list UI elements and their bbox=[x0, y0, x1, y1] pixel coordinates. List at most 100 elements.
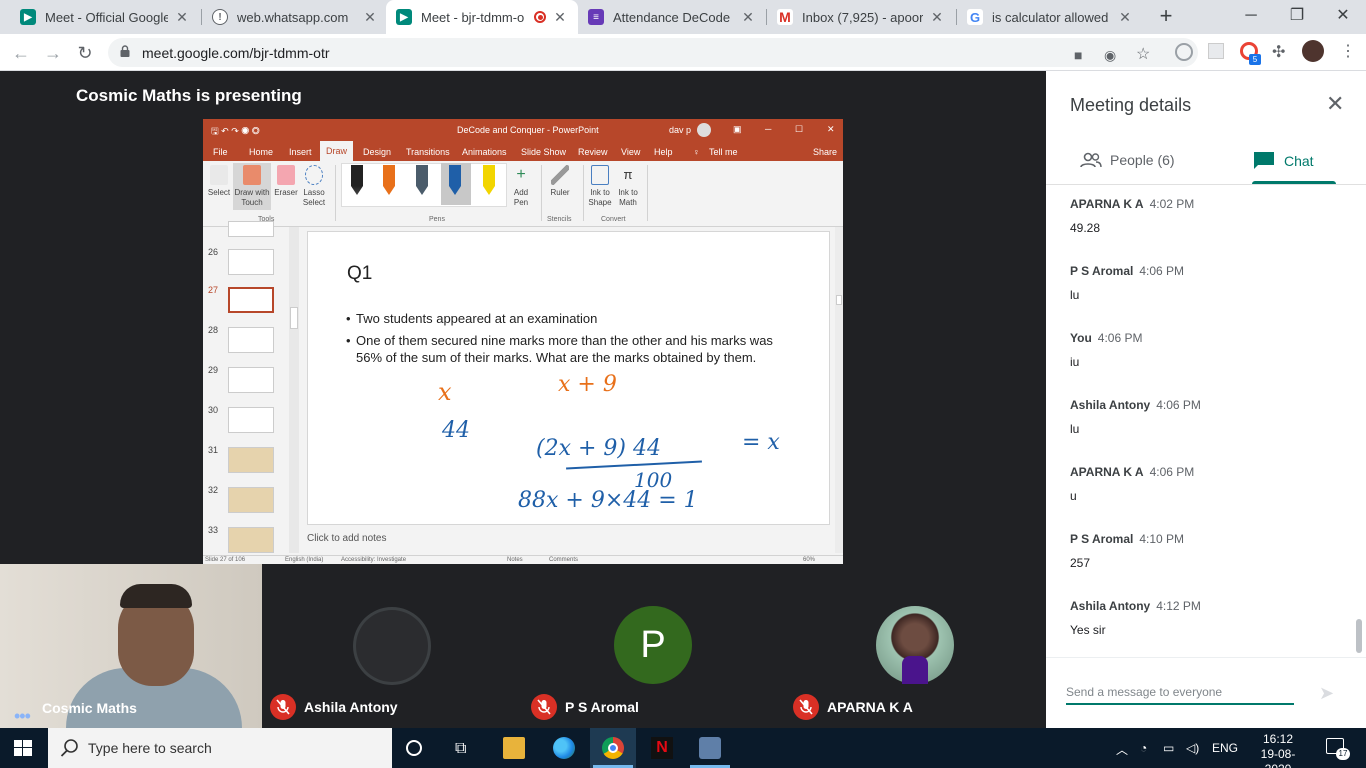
notification-count: 17 bbox=[1336, 748, 1350, 760]
forward-button[interactable]: → bbox=[40, 40, 66, 66]
file-explorer-icon[interactable] bbox=[503, 737, 525, 759]
tab-title: web.whatsapp.com bbox=[237, 9, 349, 25]
camera-app-icon[interactable] bbox=[699, 737, 721, 759]
tab-whatsapp[interactable]: ! web.whatsapp.com ✕ bbox=[202, 0, 388, 34]
new-tab-button[interactable]: + bbox=[1154, 5, 1178, 29]
camera-icon[interactable]: ■ bbox=[1074, 47, 1082, 63]
message-time: 4:10 PM bbox=[1139, 532, 1185, 546]
address-bar[interactable]: meet.google.com/bjr-tdmm-otr ■ ◉ ☆ bbox=[108, 38, 1198, 67]
task-view-icon[interactable]: ⧉ bbox=[455, 740, 466, 758]
ppt-user-avatar bbox=[697, 123, 711, 137]
close-tab-icon[interactable]: ✕ bbox=[174, 9, 190, 26]
bullet-dot: • bbox=[346, 333, 351, 348]
ribbon-divider bbox=[335, 165, 336, 221]
netflix-icon[interactable]: N bbox=[651, 737, 673, 759]
people-icon bbox=[1080, 152, 1102, 168]
chat-message-input[interactable]: Send a message to everyone bbox=[1066, 685, 1294, 705]
message-sender: You bbox=[1070, 331, 1092, 345]
ruler-icon bbox=[551, 165, 569, 185]
taskbar-search-box[interactable]: Type here to search bbox=[48, 728, 392, 768]
slide-thumbnail-selected bbox=[228, 287, 274, 313]
tab-meet-active[interactable]: ▶ Meet - bjr-tdmm-o ✕ bbox=[386, 0, 578, 34]
lightbulb-icon: ♀ bbox=[693, 147, 700, 157]
notes-placeholder: Click to add notes bbox=[307, 533, 387, 544]
presenting-label: Cosmic Maths is presenting bbox=[76, 86, 302, 105]
close-panel-button[interactable]: ✕ bbox=[1326, 91, 1344, 117]
slide-thumbnail bbox=[228, 221, 274, 237]
back-button[interactable]: ← bbox=[8, 40, 34, 66]
cortana-icon[interactable] bbox=[406, 740, 422, 756]
close-tab-icon[interactable]: ✕ bbox=[929, 9, 945, 26]
ppt-tab-slideshow: Slide Show bbox=[521, 147, 567, 157]
chevron-up-icon[interactable]: ︿ bbox=[1116, 741, 1128, 758]
info-icon: ! bbox=[212, 9, 228, 25]
message-sender: APARNA K A bbox=[1070, 465, 1144, 479]
chat-message: APARNA K A 4:06 PM u bbox=[1070, 463, 1194, 503]
search-placeholder: Type here to search bbox=[88, 740, 212, 756]
bookmark-star-icon[interactable]: ☆ bbox=[1136, 44, 1150, 64]
chrome-icon[interactable] bbox=[602, 737, 624, 759]
ppt-tab-help: Help bbox=[654, 147, 673, 157]
chat-message: P S Aromal 4:10 PM 257 bbox=[1070, 530, 1184, 570]
extension-icon[interactable] bbox=[1208, 43, 1224, 59]
system-clock[interactable]: 16:12 19-08-2020 bbox=[1256, 732, 1300, 768]
profile-avatar[interactable] bbox=[1302, 40, 1324, 62]
tab-attendance[interactable]: ≡ Attendance DeCode an ✕ bbox=[578, 0, 766, 34]
restore-button[interactable]: ❐ bbox=[1274, 0, 1320, 34]
participant-name: Cosmic Maths bbox=[42, 700, 137, 716]
eye-off-icon[interactable]: ◉ bbox=[1104, 47, 1116, 64]
close-tab-icon[interactable]: ✕ bbox=[552, 9, 568, 26]
message-text: u bbox=[1070, 489, 1077, 503]
ribbon-label: Draw with bbox=[234, 188, 270, 197]
language-indicator[interactable]: ENG bbox=[1212, 741, 1238, 755]
close-window-button[interactable]: ✕ bbox=[1320, 0, 1366, 34]
extension-icon[interactable] bbox=[1175, 43, 1193, 61]
ppt-tab-file: File bbox=[213, 147, 228, 157]
chat-scrollbar[interactable] bbox=[1356, 619, 1362, 653]
chrome-menu-icon[interactable]: ⋮ bbox=[1340, 41, 1356, 61]
close-tab-icon[interactable]: ✕ bbox=[1117, 9, 1133, 26]
video-person-hair bbox=[120, 584, 192, 608]
close-tab-icon[interactable]: ✕ bbox=[740, 9, 756, 26]
slide-thumbnail bbox=[228, 249, 274, 275]
slide-bullet: • One of them secured nine marks more th… bbox=[346, 332, 796, 366]
network-icon[interactable]: ◔ bbox=[1140, 741, 1147, 755]
slide-thumbnails: 26 27 28 29 30 31 32 33 bbox=[203, 221, 289, 555]
ribbon-add-pen: + Add Pen bbox=[509, 165, 533, 208]
tab-gmail[interactable]: M Inbox (7,925) - apoorva ✕ bbox=[767, 0, 955, 34]
minimize-button[interactable]: ─ bbox=[1228, 0, 1274, 34]
ppt-ribbon: Select Draw with Touch Eraser Lasso Sele… bbox=[203, 161, 843, 227]
tab-title: Inbox (7,925) - apoorva bbox=[802, 9, 923, 25]
tab-google-search[interactable]: G is calculator allowed in ✕ bbox=[957, 0, 1143, 34]
tab-chat[interactable]: Chat bbox=[1254, 152, 1314, 170]
ribbon-label: Math bbox=[619, 198, 637, 207]
bullet-text: Two students appeared at an examination bbox=[356, 311, 598, 326]
edge-icon[interactable] bbox=[553, 737, 575, 759]
tab-people[interactable]: People (6) bbox=[1080, 152, 1175, 168]
ribbon-label: Touch bbox=[241, 198, 263, 207]
close-tab-icon[interactable]: ✕ bbox=[362, 9, 378, 26]
tab-meet-official[interactable]: ▶ Meet - Official Google M ✕ bbox=[10, 0, 200, 34]
puzzle-icon[interactable]: ✣ bbox=[1272, 42, 1285, 62]
ppt-tab-insert: Insert bbox=[289, 147, 312, 157]
mic-off-icon bbox=[531, 694, 557, 720]
slide-thumbnail bbox=[228, 407, 274, 433]
participant-name: APARNA K A bbox=[827, 699, 913, 715]
battery-icon[interactable]: ▭ bbox=[1163, 741, 1174, 755]
message-time: 4:06 PM bbox=[1139, 264, 1185, 278]
browser-tab-strip: ▶ Meet - Official Google M ✕ ! web.whats… bbox=[0, 0, 1366, 34]
slide-number: 30 bbox=[208, 405, 219, 415]
reload-button[interactable]: ↻ bbox=[72, 40, 98, 66]
ppt-tab-animations: Animations bbox=[462, 147, 507, 157]
send-icon[interactable]: ➤ bbox=[1319, 683, 1334, 704]
participant-tile-cosmic-maths[interactable]: ••• Cosmic Maths bbox=[0, 564, 262, 728]
google-icon: G bbox=[967, 9, 983, 25]
add-pen-icon: + bbox=[516, 166, 526, 183]
slide-number: 28 bbox=[208, 325, 219, 335]
ribbon-label: Ink to bbox=[590, 188, 610, 197]
windows-start-icon[interactable] bbox=[14, 740, 32, 756]
volume-icon[interactable]: ◁) bbox=[1186, 741, 1199, 755]
ppt-tab-design: Design bbox=[363, 147, 392, 157]
slide-thumbnail bbox=[228, 447, 274, 473]
status-accessibility: Accessibility: Investigate bbox=[341, 557, 407, 563]
